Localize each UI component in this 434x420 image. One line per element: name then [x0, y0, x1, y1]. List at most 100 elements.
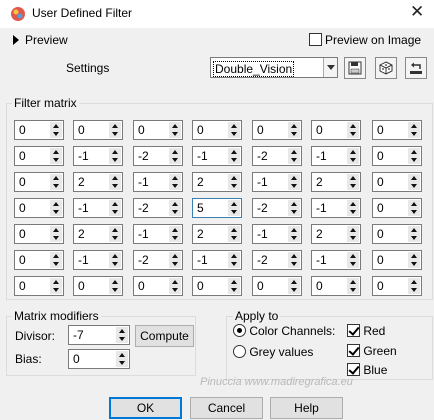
- matrix-cell-r5-c1[interactable]: -1: [73, 250, 123, 270]
- spin-up-icon[interactable]: [228, 252, 240, 260]
- matrix-cell-r4-c3[interactable]: 2: [192, 224, 242, 244]
- matrix-cell-r1-c3[interactable]: -1: [192, 146, 242, 166]
- spin-up-icon[interactable]: [228, 122, 240, 130]
- spin-up-icon[interactable]: [408, 226, 420, 234]
- spin-up-icon[interactable]: [228, 200, 240, 208]
- spin-down-icon[interactable]: [347, 286, 359, 294]
- spin-down-icon[interactable]: [169, 234, 181, 242]
- spin-down-icon[interactable]: [288, 182, 300, 190]
- spin-up-icon[interactable]: [50, 252, 62, 260]
- matrix-cell-r3-c1[interactable]: -1: [73, 198, 123, 218]
- matrix-cell-r2-c2[interactable]: -1: [133, 172, 183, 192]
- grey-values-option[interactable]: Grey values: [233, 345, 313, 359]
- spin-up-icon[interactable]: [109, 278, 121, 286]
- matrix-cell-r2-c0[interactable]: 0: [14, 172, 64, 192]
- spin-up-icon[interactable]: [288, 122, 300, 130]
- spin-up-icon[interactable]: [109, 148, 121, 156]
- matrix-cell-r5-c4[interactable]: -2: [252, 250, 302, 270]
- matrix-cell-r0-c4[interactable]: 0: [252, 120, 302, 140]
- spin-down-icon[interactable]: [109, 156, 121, 164]
- matrix-cell-r5-c3[interactable]: -1: [192, 250, 242, 270]
- spin-up-icon[interactable]: [408, 200, 420, 208]
- spin-up-icon[interactable]: [169, 174, 181, 182]
- spin-down-icon[interactable]: [50, 156, 62, 164]
- spin-down-icon[interactable]: [50, 234, 62, 242]
- preview-on-image-checkbox[interactable]: [309, 33, 322, 46]
- spin-down-icon[interactable]: [50, 130, 62, 138]
- spin-down-icon[interactable]: [288, 286, 300, 294]
- matrix-cell-r0-c5[interactable]: 0: [311, 120, 361, 140]
- matrix-cell-r6-c3[interactable]: 0: [192, 276, 242, 296]
- matrix-cell-r1-c5[interactable]: -1: [311, 146, 361, 166]
- blue-channel-option[interactable]: Blue: [347, 363, 387, 377]
- matrix-cell-r1-c0[interactable]: 0: [14, 146, 64, 166]
- red-channel-option[interactable]: Red: [347, 324, 385, 338]
- spin-down-icon[interactable]: [408, 208, 420, 216]
- spin-up-icon[interactable]: [228, 226, 240, 234]
- spin-up-icon[interactable]: [408, 148, 420, 156]
- spin-up-icon[interactable]: [408, 122, 420, 130]
- spin-down-icon[interactable]: [288, 208, 300, 216]
- matrix-cell-r0-c3[interactable]: 0: [192, 120, 242, 140]
- spin-down-icon[interactable]: [347, 234, 359, 242]
- spin-down-icon[interactable]: [288, 234, 300, 242]
- spin-up-icon[interactable]: [347, 252, 359, 260]
- matrix-cell-r3-c3[interactable]: 5: [192, 198, 242, 218]
- spin-down-icon[interactable]: [169, 208, 181, 216]
- spin-down-icon[interactable]: [288, 130, 300, 138]
- spin-down-icon[interactable]: [347, 130, 359, 138]
- cancel-button[interactable]: Cancel: [190, 397, 263, 419]
- spin-up-icon[interactable]: [109, 200, 121, 208]
- color-channels-radio[interactable]: [233, 324, 246, 337]
- matrix-cell-r4-c0[interactable]: 0: [14, 224, 64, 244]
- matrix-cell-r1-c2[interactable]: -2: [133, 146, 183, 166]
- spin-up-icon[interactable]: [50, 122, 62, 130]
- spin-down-icon[interactable]: [169, 286, 181, 294]
- matrix-cell-r4-c5[interactable]: 2: [311, 224, 361, 244]
- spin-up-icon[interactable]: [347, 226, 359, 234]
- matrix-cell-r2-c5[interactable]: 2: [311, 172, 361, 192]
- save-preset-button[interactable]: [344, 57, 366, 79]
- matrix-cell-r1-c4[interactable]: -2: [252, 146, 302, 166]
- spin-up-icon[interactable]: [408, 174, 420, 182]
- spin-down-icon[interactable]: [169, 156, 181, 164]
- spin-up-icon[interactable]: [169, 278, 181, 286]
- spin-up-icon[interactable]: [109, 174, 121, 182]
- green-checkbox[interactable]: [347, 344, 360, 357]
- matrix-cell-r5-c5[interactable]: -1: [311, 250, 361, 270]
- randomize-button[interactable]: [375, 57, 397, 79]
- matrix-cell-r6-c5[interactable]: 0: [311, 276, 361, 296]
- spin-up-icon[interactable]: [228, 148, 240, 156]
- spin-down-icon[interactable]: [109, 182, 121, 190]
- reset-button[interactable]: [405, 57, 427, 79]
- spin-down-icon[interactable]: [228, 286, 240, 294]
- spin-up-icon[interactable]: [169, 226, 181, 234]
- spin-up-icon[interactable]: [169, 122, 181, 130]
- matrix-cell-r6-c2[interactable]: 0: [133, 276, 183, 296]
- matrix-cell-r3-c0[interactable]: 0: [14, 198, 64, 218]
- preview-toggle[interactable]: Preview: [13, 33, 68, 49]
- spin-up-icon[interactable]: [288, 226, 300, 234]
- ok-button[interactable]: OK: [109, 397, 182, 419]
- spin-down-icon[interactable]: [169, 130, 181, 138]
- spin-down-icon[interactable]: [408, 234, 420, 242]
- spin-up-icon[interactable]: [109, 226, 121, 234]
- spin-up-icon[interactable]: [169, 148, 181, 156]
- matrix-cell-r6-c1[interactable]: 0: [73, 276, 123, 296]
- spin-up-icon[interactable]: [408, 278, 420, 286]
- matrix-cell-r1-c6[interactable]: 0: [372, 146, 422, 166]
- matrix-cell-r4-c4[interactable]: -1: [252, 224, 302, 244]
- spin-down-icon[interactable]: [109, 286, 121, 294]
- spin-up-icon[interactable]: [347, 278, 359, 286]
- spin-down-icon[interactable]: [109, 260, 121, 268]
- spin-up-icon[interactable]: [50, 200, 62, 208]
- matrix-cell-r3-c5[interactable]: -1: [311, 198, 361, 218]
- spin-up-icon[interactable]: [109, 122, 121, 130]
- spin-down-icon[interactable]: [169, 260, 181, 268]
- spin-down-icon[interactable]: [288, 260, 300, 268]
- spin-down-icon[interactable]: [228, 130, 240, 138]
- matrix-cell-r4-c6[interactable]: 0: [372, 224, 422, 244]
- matrix-cell-r2-c4[interactable]: -1: [252, 172, 302, 192]
- close-icon[interactable]: ✕: [410, 2, 424, 22]
- spin-down-icon[interactable]: [50, 182, 62, 190]
